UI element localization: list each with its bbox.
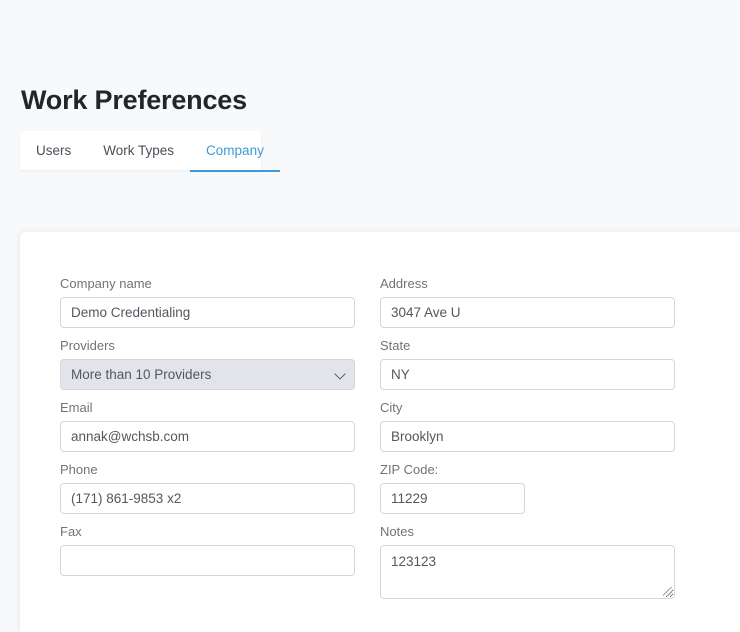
state-field[interactable] (380, 359, 675, 390)
field-notes: Notes 123123 (380, 522, 675, 599)
label-city: City (380, 400, 403, 415)
providers-select-wrap: More than 10 Providers (60, 359, 355, 390)
label-zip-code: ZIP Code: (380, 462, 439, 477)
field-zip-code: ZIP Code: (380, 460, 675, 514)
form-column-right: Address State City ZIP Code: Notes 12312… (380, 274, 675, 607)
label-state: State (380, 338, 411, 353)
address-field[interactable] (380, 297, 675, 328)
tabs-card: Users Work Types Company (20, 131, 280, 172)
label-email: Email (60, 400, 93, 415)
fax-field[interactable] (60, 545, 355, 576)
field-email: Email (60, 398, 355, 452)
field-address: Address (380, 274, 675, 328)
field-phone: Phone (60, 460, 355, 514)
city-field[interactable] (380, 421, 675, 452)
label-notes: Notes (380, 524, 414, 539)
company-settings-card: Company name Providers More than 10 Prov… (20, 232, 740, 632)
label-address: Address (380, 276, 428, 291)
providers-select[interactable]: More than 10 Providers (60, 359, 355, 390)
label-providers: Providers (60, 338, 115, 353)
field-city: City (380, 398, 675, 452)
label-fax: Fax (60, 524, 82, 539)
tab-users[interactable]: Users (20, 131, 87, 170)
tab-list: Users Work Types Company (20, 131, 280, 172)
label-phone: Phone (60, 462, 98, 477)
company-form: Company name Providers More than 10 Prov… (60, 274, 720, 607)
page-title: Work Preferences (21, 85, 247, 115)
form-column-left: Company name Providers More than 10 Prov… (60, 274, 355, 607)
tab-company[interactable]: Company (190, 131, 280, 172)
field-state: State (380, 336, 675, 390)
company-name-input[interactable] (60, 297, 355, 328)
email-field[interactable] (60, 421, 355, 452)
label-company-name: Company name (60, 276, 152, 291)
notes-field[interactable]: 123123 (380, 545, 675, 599)
phone-field[interactable] (60, 483, 355, 514)
field-company-name: Company name (60, 274, 355, 328)
notes-textarea-wrap: 123123 (380, 545, 675, 599)
field-fax: Fax (60, 522, 355, 576)
field-providers: Providers More than 10 Providers (60, 336, 355, 390)
tab-work-types[interactable]: Work Types (87, 131, 190, 170)
zip-code-field[interactable] (380, 483, 525, 514)
